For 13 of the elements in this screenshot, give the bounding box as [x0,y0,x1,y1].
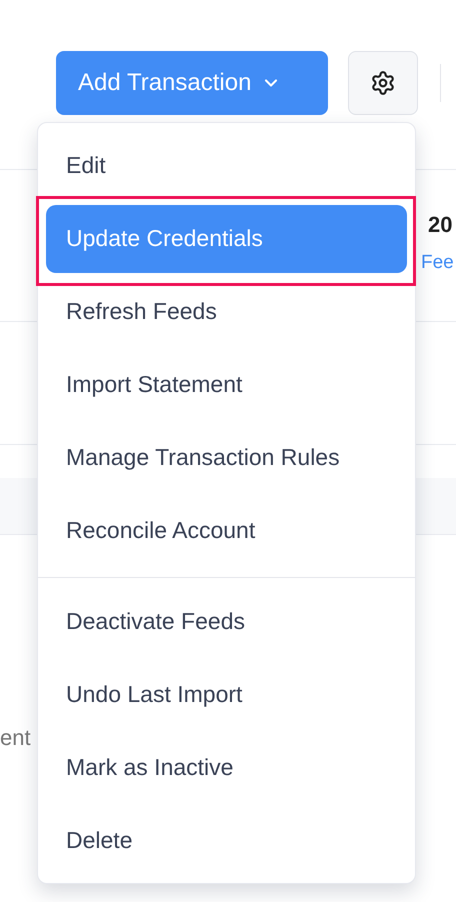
menu-item[interactable]: Import Statement [46,350,407,418]
amount-text: 20 [428,211,452,239]
menu-item[interactable]: Refresh Feeds [46,278,407,346]
menu-item[interactable]: Mark as Inactive [46,734,407,802]
settings-button[interactable] [348,51,418,115]
side-text: ent [0,725,31,750]
menu-item[interactable]: Manage Transaction Rules [46,424,407,492]
settings-icon [370,70,396,96]
menu-item[interactable]: Delete [46,806,407,874]
menu-item[interactable]: Deactivate Feeds [46,588,407,656]
menu-item[interactable]: Edit [46,132,407,200]
menu-item[interactable]: Undo Last Import [46,660,407,728]
menu-item[interactable]: Reconcile Account [46,496,407,564]
